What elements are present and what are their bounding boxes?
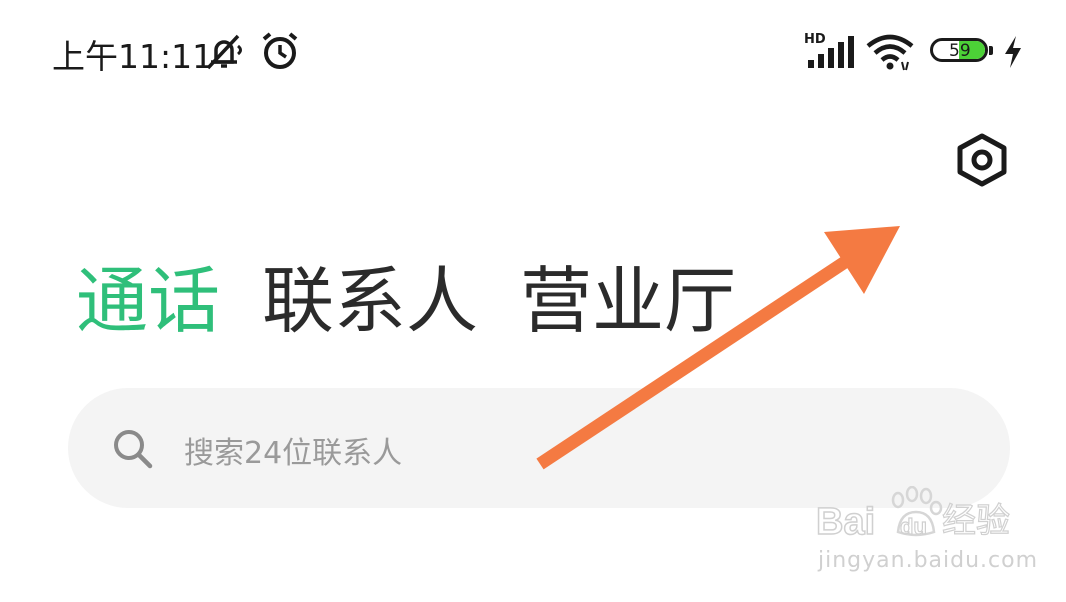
baidu-watermark-logo: Bai du 经验 (816, 486, 1011, 544)
tab-calls[interactable]: 通话 (76, 256, 220, 346)
tab-contacts[interactable]: 联系人 (262, 256, 478, 346)
watermark-url: jingyan.baidu.com (818, 548, 1039, 573)
signal-icon (808, 36, 854, 68)
signal-indicator: HD (804, 32, 858, 72)
svg-text:Bai: Bai (816, 501, 875, 543)
charging-icon (1005, 36, 1021, 68)
phone-screen: 上午11:11 HD 59 通话 联系人 营业厅 搜索24位联系人 Bai du… (0, 0, 1066, 602)
tab-service-hall[interactable]: 营业厅 (520, 256, 736, 346)
mute-notification-icon (206, 34, 242, 70)
svg-text:du: du (900, 514, 927, 539)
status-time: 上午11:11 (52, 37, 214, 76)
gear-hexagon-icon (957, 133, 1007, 187)
search-icon (114, 430, 153, 469)
wifi-icon (866, 34, 914, 71)
search-placeholder: 搜索24位联系人 (184, 436, 403, 471)
battery-level-text: 59 (949, 41, 971, 61)
battery-icon: 59 (930, 38, 996, 66)
svg-text:经验: 经验 (942, 501, 1010, 541)
battery-outline: 59 (930, 38, 988, 62)
alarm-icon (262, 32, 298, 69)
settings-button[interactable] (952, 132, 1012, 188)
battery-tip (989, 46, 993, 55)
